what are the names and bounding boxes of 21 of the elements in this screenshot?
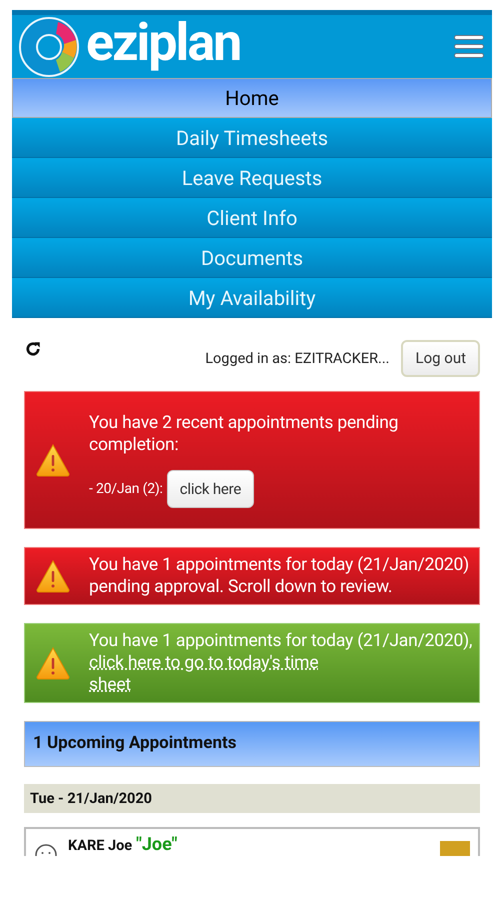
alert-text: You have 2 recent appointments pending completion: <box>89 412 400 456</box>
logo-text: eziplan <box>86 16 240 68</box>
logout-button[interactable]: Log out <box>401 340 480 377</box>
nav-item[interactable]: Documents <box>12 238 492 278</box>
nav-item[interactable]: Leave Requests <box>12 158 492 198</box>
timesheet-link[interactable]: click here to go to today's time <box>89 653 318 673</box>
upcoming-header: 1 Upcoming Appointments <box>24 721 480 767</box>
timesheet-link[interactable]: sheet <box>89 675 131 695</box>
nav-item[interactable]: Daily Timesheets <box>12 118 492 158</box>
appointment-card[interactable]: KARE Joe "Joe" <box>24 827 480 856</box>
nav-item[interactable]: Home <box>12 78 492 118</box>
client-nickname: "Joe" <box>136 836 178 854</box>
day-header: Tue - 21/Jan/2020 <box>24 784 480 813</box>
alert-text: You have 1 appointments for today (21/Jan/2020), click here to go to today's time sheet <box>89 630 473 696</box>
logged-in-text: Logged in as: EZITRACKER... <box>205 348 390 369</box>
pending-date: - 20/Jan (2): <box>89 480 163 499</box>
click-here-button[interactable]: click here <box>166 470 254 508</box>
alert-text: You have 1 appointments for today (21/Jan/2020) pending approval. Scroll down to review. <box>89 554 470 598</box>
nav-item[interactable]: Client Info <box>12 198 492 238</box>
nav-item[interactable]: My Availability <box>12 278 492 318</box>
client-name: KARE Joe <box>68 836 132 856</box>
